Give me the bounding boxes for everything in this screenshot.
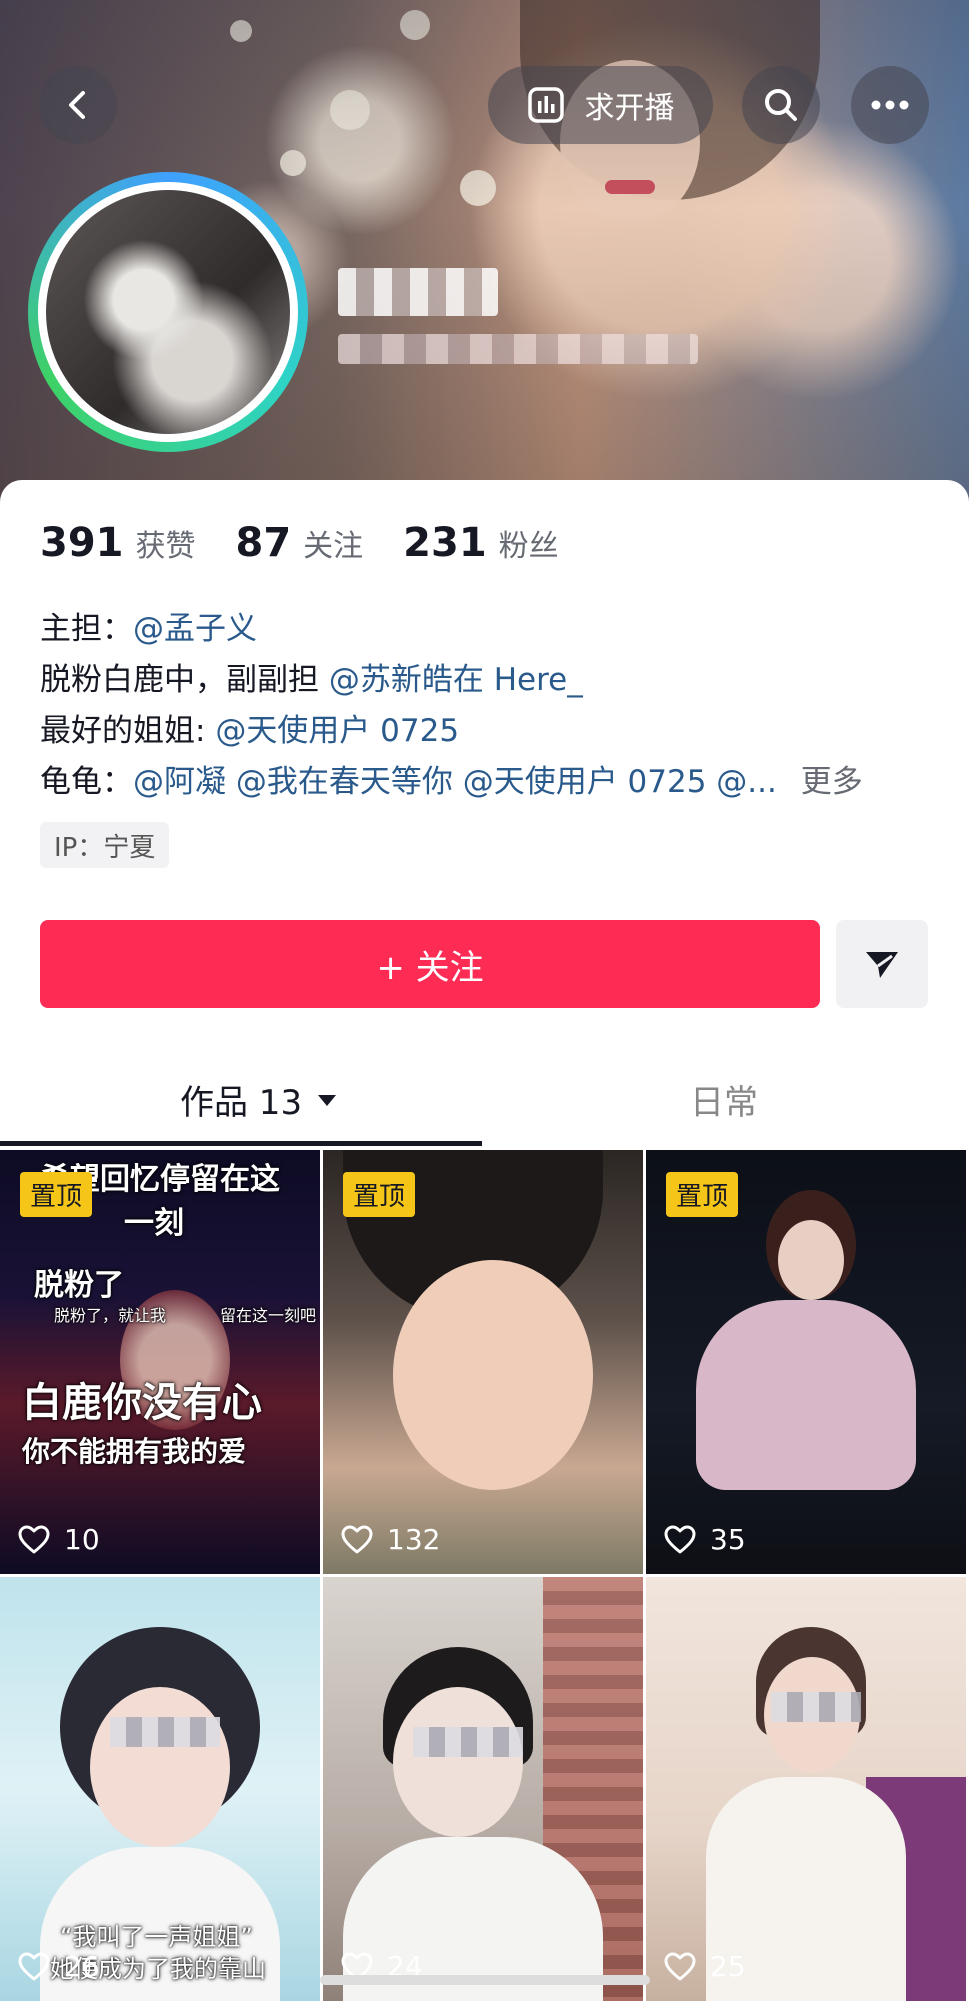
bio-mention[interactable]: @孟子义: [133, 611, 257, 647]
bio-text: 脱粉白鹿中，副副担: [40, 662, 329, 698]
home-indicator[interactable]: [320, 1975, 650, 1985]
heart-icon: [664, 1952, 696, 1982]
pinned-badge: 置顶: [20, 1172, 93, 1217]
thumbnail-face: [393, 1260, 593, 1490]
bio-mention[interactable]: @阿凝 @我在春天等你 @天使用户 0725 @...: [133, 764, 777, 800]
chevron-left-icon: [69, 91, 85, 119]
search-icon: [765, 89, 797, 121]
heart-icon: [341, 1525, 373, 1555]
avatar-image: [46, 190, 290, 434]
face-mosaic: [771, 1692, 861, 1722]
tab-daily-label: 日常: [690, 1083, 758, 1123]
bio-text: 最好的姐姐:: [40, 713, 216, 749]
overlay-text: 脱粉了: [34, 1268, 124, 1303]
bio-mention[interactable]: @天使用户 0725: [215, 713, 459, 749]
bio-more-button[interactable]: 更多: [801, 764, 863, 800]
tab-active-indicator: [0, 1141, 482, 1146]
like-count: 26: [18, 1950, 100, 1983]
like-count: 10: [18, 1523, 100, 1556]
thumbnail-face: [393, 1687, 523, 1837]
bio-line: 最好的姐姐: @天使用户 0725: [40, 705, 459, 750]
share-button[interactable]: [836, 920, 928, 1008]
profile-banner: 求开播: [0, 0, 969, 520]
stat-value: 87: [235, 520, 292, 566]
overlay-text: “我叫了一声姐姐”: [60, 1923, 253, 1951]
bio-line: 脱粉白鹿中，副副担 @苏新皓在 Here_: [40, 654, 583, 699]
video-tile[interactable]: 24: [323, 1577, 643, 2001]
overlay-text: 你不能拥有我的爱: [22, 1435, 247, 1468]
like-count: 35: [664, 1523, 746, 1556]
profile-stats: 391 获赞 87 关注 231 粉丝: [40, 520, 599, 566]
bio-line: 主担：@孟子义: [40, 603, 257, 648]
video-tile[interactable]: 希望回忆停留在这 一刻 置顶 脱粉了 脱粉了，就让我 留在这一刻吧 白鹿你没有心…: [0, 1150, 320, 1574]
request-live-button[interactable]: 求开播: [488, 66, 713, 144]
face-mosaic: [110, 1717, 220, 1747]
video-tile[interactable]: 25: [646, 1577, 966, 2001]
like-count-value: 26: [64, 1950, 100, 1983]
blurred-user-id: [338, 334, 698, 364]
heart-icon: [664, 1525, 696, 1555]
follow-button[interactable]: + 关注: [40, 920, 820, 1008]
thumbnail-face: [90, 1687, 230, 1847]
heart-icon: [18, 1952, 50, 1982]
like-count: 132: [341, 1523, 440, 1556]
back-button[interactable]: [39, 66, 117, 144]
overlay-text: 留在这一刻吧: [220, 1306, 317, 1325]
like-count-value: 25: [710, 1950, 746, 1983]
stat-label: 获赞: [135, 529, 196, 564]
avatar-border: [38, 182, 298, 442]
ip-location-badge: IP：宁夏: [40, 822, 170, 868]
overlay-text: 一刻: [124, 1206, 184, 1241]
more-horizontal-icon: [871, 100, 909, 110]
request-live-label: 求开播: [584, 91, 675, 126]
bio-line: 龟龟：@阿凝 @我在春天等你 @天使用户 0725 @... 更多: [40, 756, 863, 801]
bio-text: 龟龟：: [40, 764, 133, 800]
bio-text: 主担：: [40, 611, 133, 647]
pinned-badge: 置顶: [666, 1172, 739, 1217]
stat-label: 粉丝: [498, 529, 559, 564]
thumbnail-face: [778, 1220, 844, 1300]
tab-daily[interactable]: 日常: [690, 1075, 758, 1124]
send-icon: [866, 952, 898, 978]
stat-likes: 391 获赞: [40, 520, 196, 566]
like-count-value: 10: [64, 1523, 100, 1556]
overlay-text: 脱粉了，就让我: [54, 1306, 167, 1325]
chart-bars-icon: [527, 86, 565, 124]
video-tile[interactable]: “我叫了一声姐姐” 她便成为了我的靠山 26: [0, 1577, 320, 2001]
overlay-text: 白鹿你没有心: [22, 1380, 262, 1426]
caret-down-icon: [318, 1094, 337, 1106]
bio-mention[interactable]: @苏新皓在 Here_: [329, 662, 583, 698]
pinned-badge: 置顶: [343, 1172, 416, 1217]
stat-label: 关注: [303, 529, 364, 564]
blurred-username: [338, 268, 498, 316]
tab-works[interactable]: 作品 13: [180, 1075, 338, 1124]
video-tile[interactable]: 置顶 132: [323, 1150, 643, 1574]
more-button[interactable]: [851, 66, 929, 144]
like-count: 25: [664, 1950, 746, 1983]
avatar[interactable]: [28, 172, 308, 452]
stat-value: 391: [40, 520, 124, 566]
like-count-value: 35: [710, 1523, 746, 1556]
stat-value: 231: [403, 520, 487, 566]
stat-followers[interactable]: 231 粉丝: [403, 520, 559, 566]
tab-works-label: 作品 13: [180, 1083, 303, 1123]
thumbnail-body: [696, 1300, 916, 1490]
face-mosaic: [413, 1727, 523, 1757]
heart-icon: [18, 1525, 50, 1555]
stat-following[interactable]: 87 关注: [236, 520, 364, 566]
video-tile[interactable]: 置顶 35: [646, 1150, 966, 1574]
like-count-value: 132: [387, 1523, 441, 1556]
search-button[interactable]: [742, 66, 820, 144]
